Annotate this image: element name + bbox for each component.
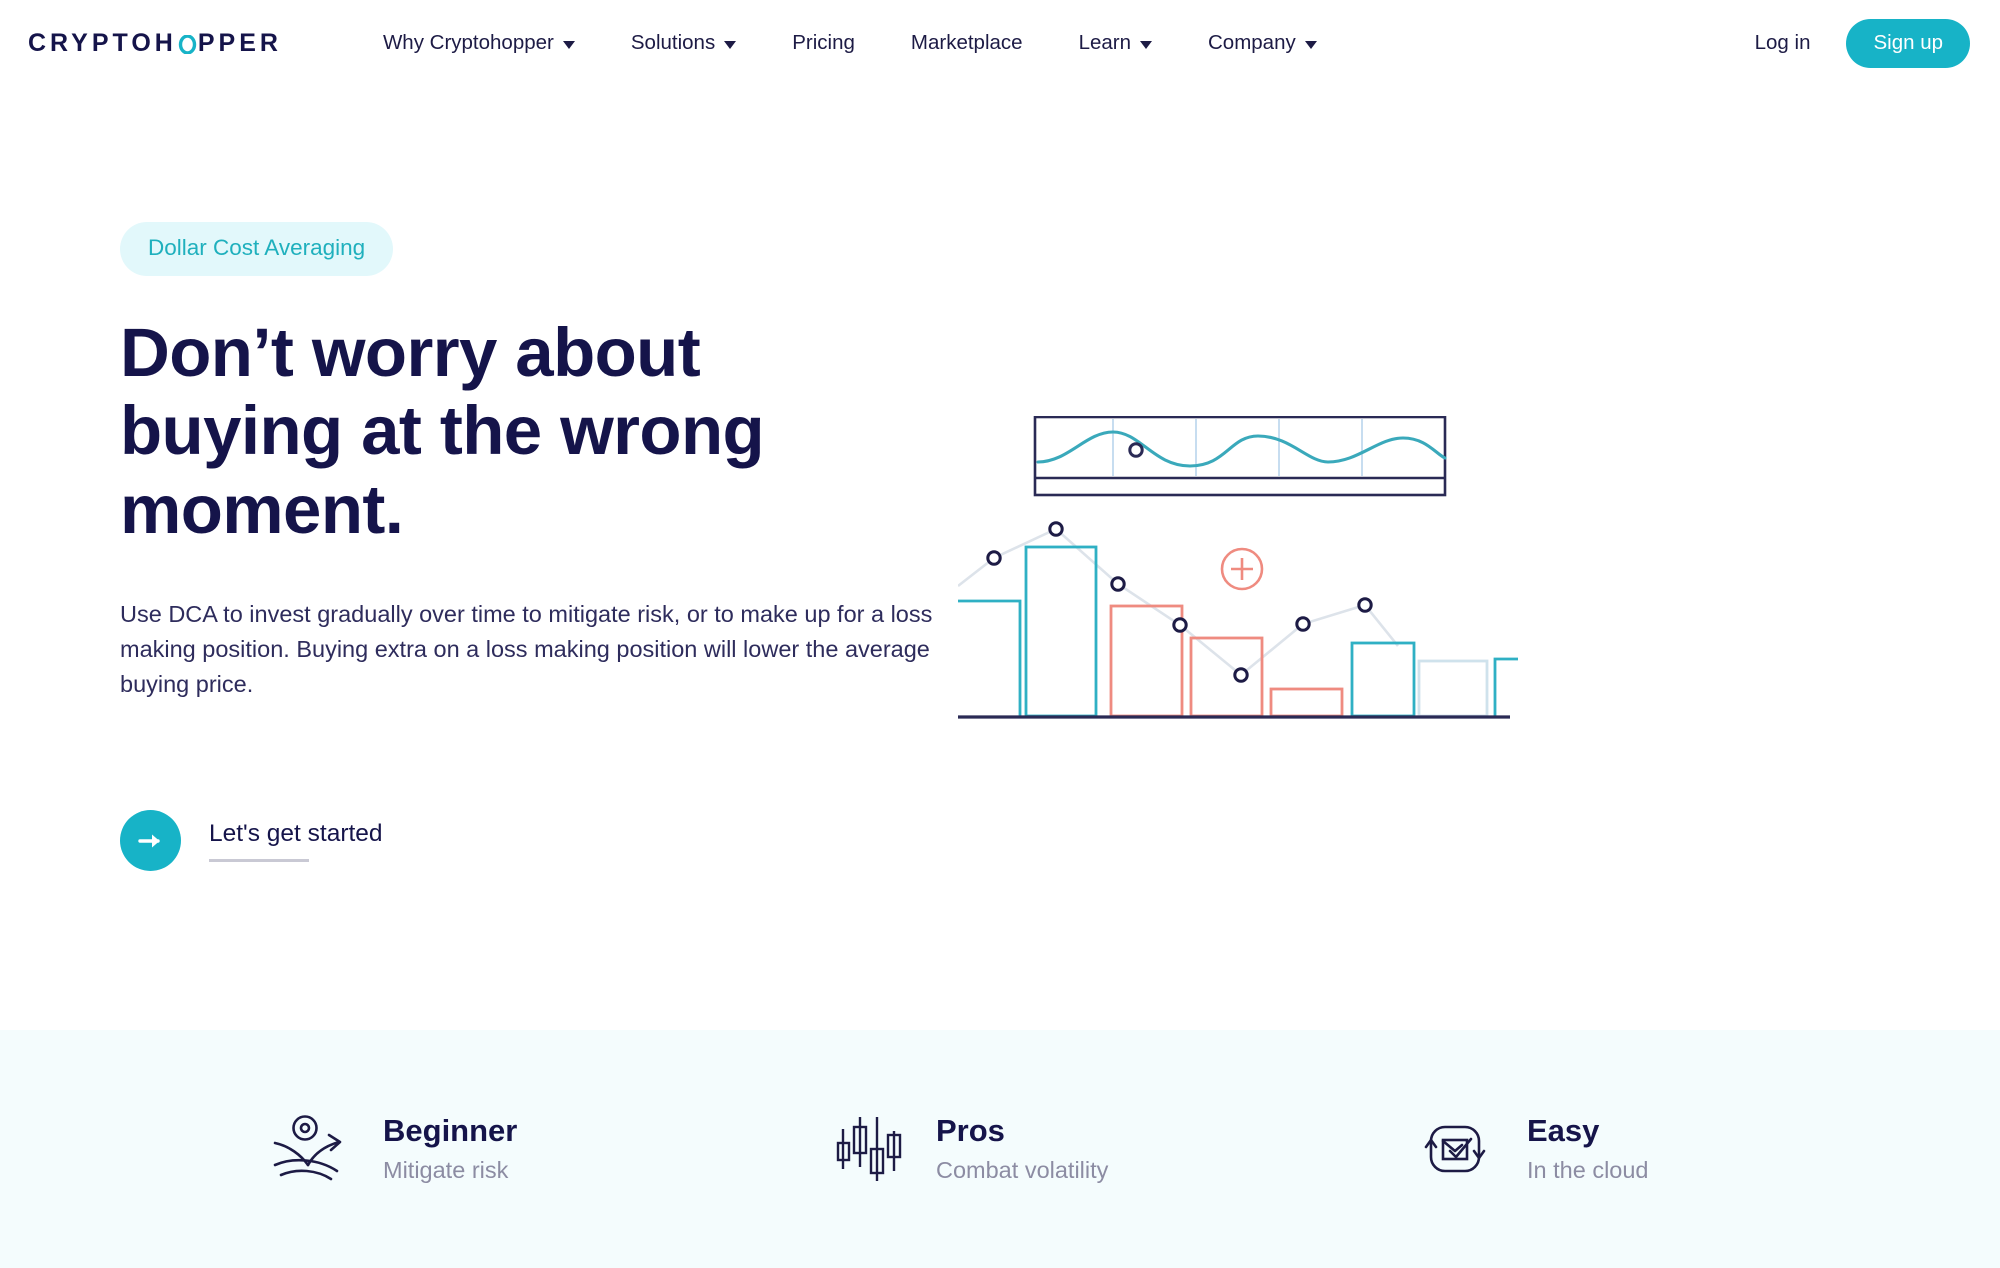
dca-chart-illustration xyxy=(958,416,1518,719)
hero-description: Use DCA to invest gradually over time to… xyxy=(120,601,933,697)
header-actions: Log in Sign up xyxy=(1755,18,1970,68)
logo-text-part1: CRYPTOH xyxy=(28,28,177,57)
cta-label: Let's get started xyxy=(209,819,383,847)
arrow-right-icon xyxy=(120,810,181,872)
feature-subtitle: In the cloud xyxy=(1527,1157,1649,1184)
site-header: CRYPTOH PPER Why Cryptohopper Solutions … xyxy=(0,0,2000,86)
hero-section: Dollar Cost Averaging Don’t worry about … xyxy=(0,86,2000,1030)
features-section: Beginner Mitigate risk Pros Combat volat… xyxy=(0,1030,2000,1268)
bar-series xyxy=(958,545,1518,718)
nav-item-company[interactable]: Company xyxy=(1208,21,1317,65)
feature-text: Easy In the cloud xyxy=(1527,1113,1649,1184)
feature-title: Beginner xyxy=(383,1113,518,1149)
logo-hop-o-icon xyxy=(178,34,197,54)
feature-text: Pros Combat volatility xyxy=(936,1113,1109,1184)
nav-item-why-cryptohopper[interactable]: Why Cryptohopper xyxy=(383,21,575,65)
feature-subtitle: Combat volatility xyxy=(936,1157,1109,1184)
feature-beginner: Beginner Mitigate risk xyxy=(120,1113,734,1185)
cta-underline xyxy=(209,858,309,862)
mini-wave-panel xyxy=(1033,416,1447,497)
nav-item-learn[interactable]: Learn xyxy=(1079,21,1152,65)
feature-subtitle: Mitigate risk xyxy=(383,1157,509,1184)
nav-item-pricing[interactable]: Pricing xyxy=(792,21,855,65)
main-navigation: Why Cryptohopper Solutions Pricing Marke… xyxy=(383,21,1373,65)
bounce-arrow-icon xyxy=(273,1115,342,1181)
plus-circle-icon xyxy=(1220,547,1264,591)
nav-item-solutions[interactable]: Solutions xyxy=(630,21,737,65)
logo-text-part2: PPER xyxy=(197,28,282,57)
brand-logo[interactable]: CRYPTOH PPER xyxy=(28,29,282,58)
envelope-refresh-icon xyxy=(1424,1125,1486,1173)
nav-item-marketplace[interactable]: Marketplace xyxy=(911,21,1023,65)
nav-label: Why Cryptohopper xyxy=(382,31,554,54)
signup-button[interactable]: Sign up xyxy=(1846,18,1970,68)
chevron-down-icon xyxy=(562,41,575,49)
nav-label: Company xyxy=(1208,31,1296,54)
hero-illustration-area xyxy=(940,86,2000,1030)
chevron-down-icon xyxy=(1304,41,1317,49)
feature-easy: Easy In the cloud xyxy=(1297,1113,1880,1185)
hero-badge: Dollar Cost Averaging xyxy=(120,222,394,276)
nav-label: Marketplace xyxy=(910,31,1023,54)
candlestick-chart-icon xyxy=(836,1117,902,1181)
nav-label: Learn xyxy=(1078,31,1131,54)
hero-content: Dollar Cost Averaging Don’t worry about … xyxy=(0,86,940,1030)
cta-label-wrap: Let's get started xyxy=(209,820,383,862)
get-started-cta[interactable]: Let's get started xyxy=(120,810,383,872)
login-link[interactable]: Log in xyxy=(1755,31,1811,55)
nav-label: Pricing xyxy=(792,31,855,54)
chevron-down-icon xyxy=(1140,41,1152,49)
chevron-down-icon xyxy=(724,41,737,49)
nav-label: Solutions xyxy=(630,31,716,54)
page-title: Don’t worry about buying at the wrong mo… xyxy=(120,313,765,548)
feature-title: Easy xyxy=(1527,1113,1600,1149)
feature-title: Pros xyxy=(936,1113,1005,1149)
feature-pros: Pros Combat volatility xyxy=(734,1113,1297,1185)
price-line-series xyxy=(958,527,1400,677)
feature-text: Beginner Mitigate risk xyxy=(383,1113,518,1184)
